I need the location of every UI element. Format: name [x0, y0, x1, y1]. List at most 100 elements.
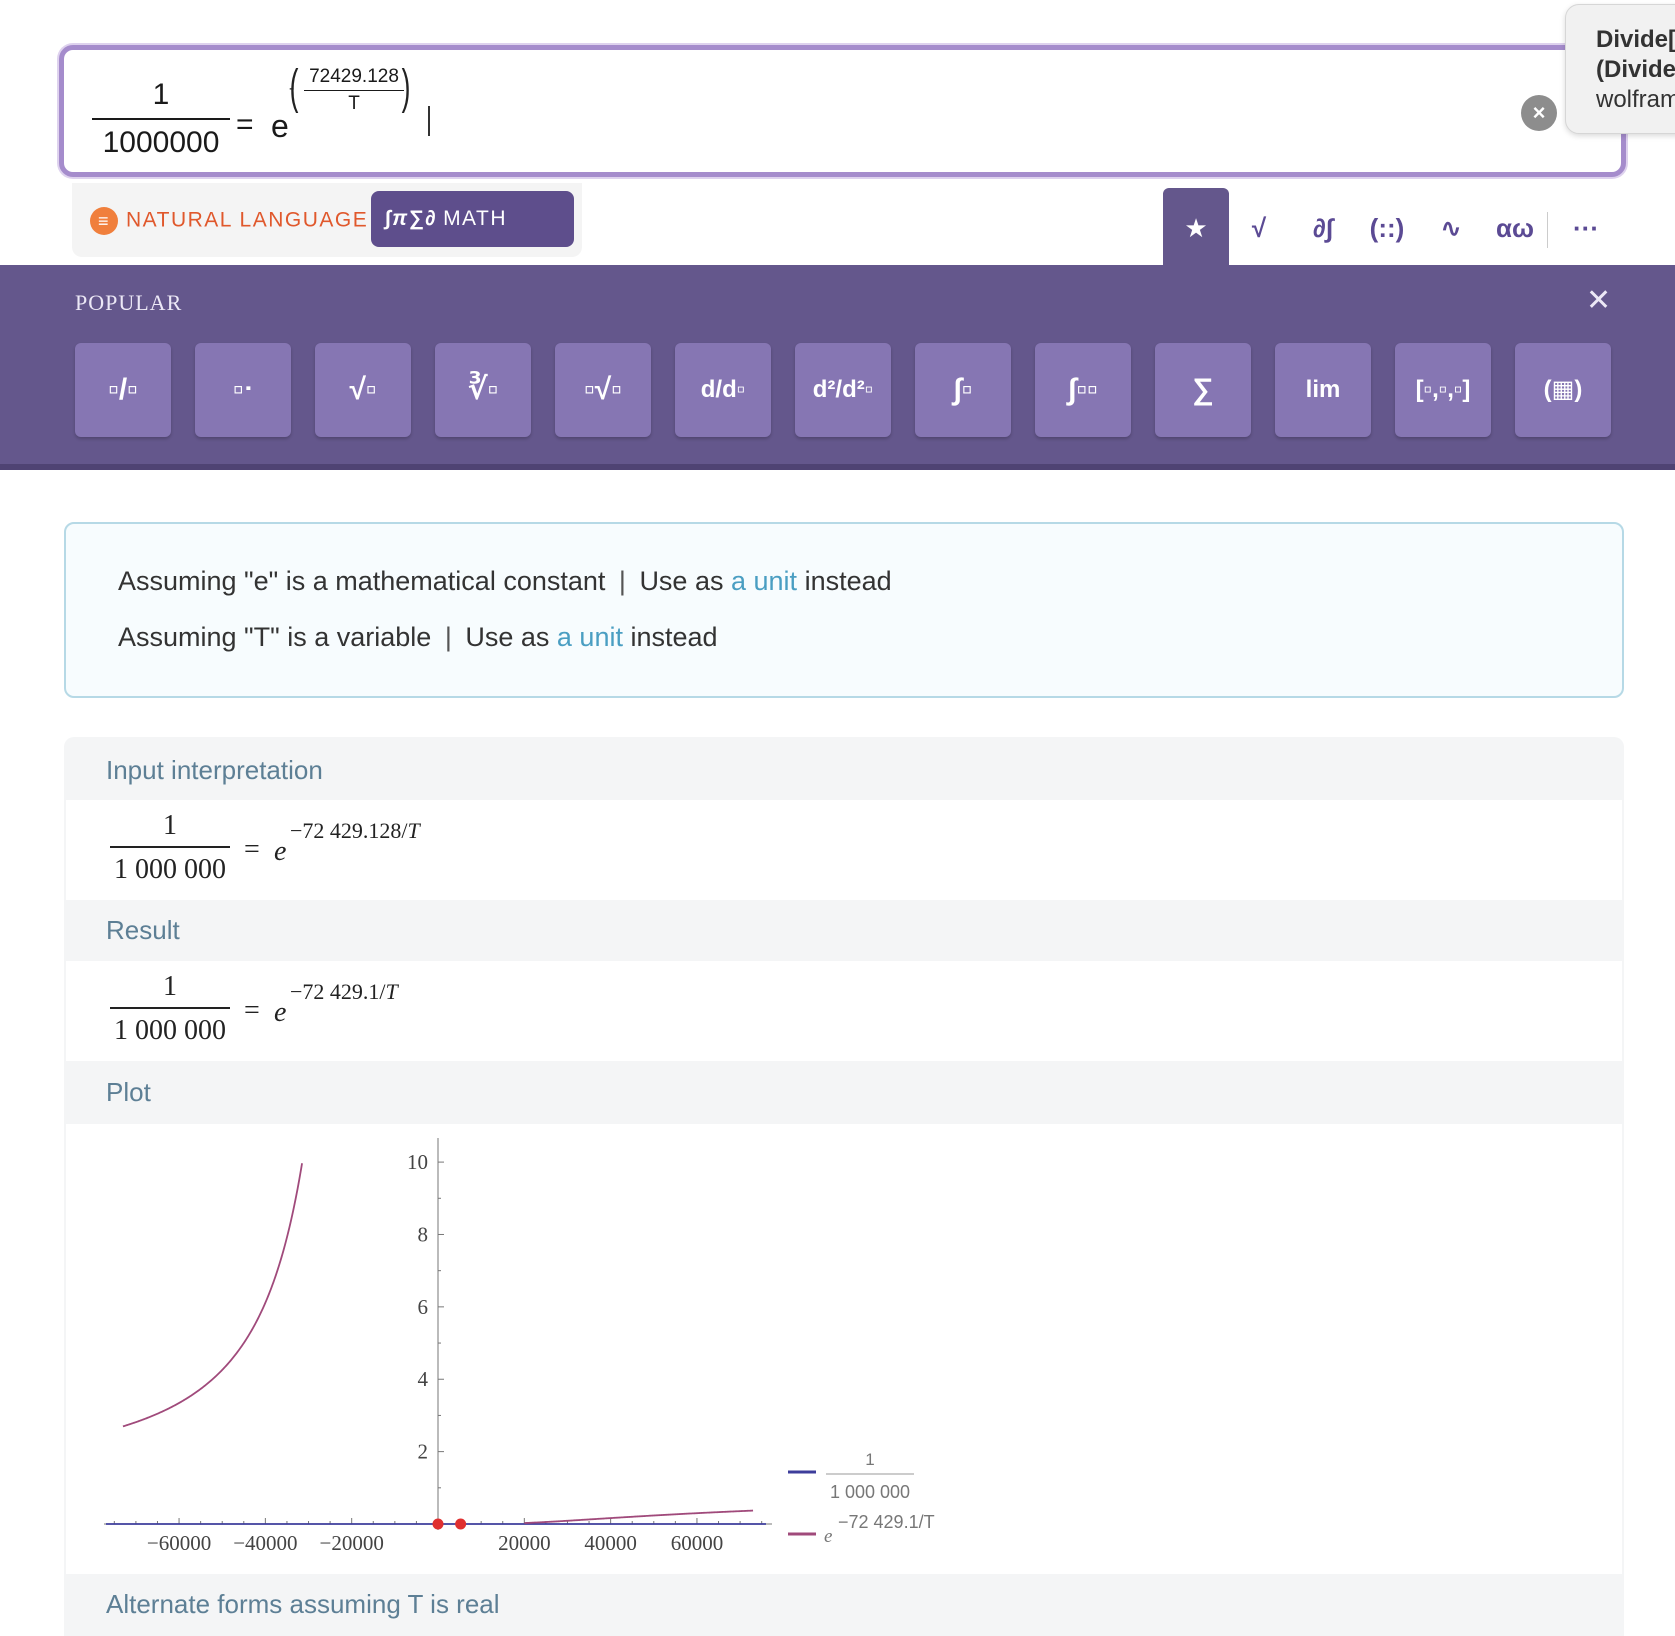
assumption-separator: |	[444, 622, 452, 652]
definite-integral-button[interactable]: ∫▫▫	[1035, 343, 1131, 437]
interp-numerator: 1	[163, 810, 177, 841]
tab-more-icon[interactable]: ···	[1553, 188, 1619, 268]
palette-close-icon[interactable]: ✕	[1586, 283, 1611, 318]
fraction-bar	[110, 1007, 230, 1009]
legend-label-denominator: 1 000 000	[830, 1482, 910, 1502]
input-equals: =	[236, 108, 254, 141]
x-tick-label: 20000	[498, 1531, 551, 1555]
pod-title-result: Result	[106, 915, 180, 945]
text-caret	[428, 106, 430, 136]
y-tick-label: 4	[418, 1367, 429, 1391]
assumptions-box: Assuming "e" is a mathematical constant …	[64, 522, 1624, 698]
nth-root-button[interactable]: ▫√▫	[555, 343, 651, 437]
x-tick-label: 40000	[584, 1531, 637, 1555]
pod-title-input-interpretation: Input interpretation	[106, 755, 323, 785]
input-numerator: 1	[152, 78, 170, 111]
left-paren: (	[289, 61, 299, 114]
close-icon: ×	[1532, 100, 1546, 125]
tooltip-line-1: Divide[	[1596, 26, 1675, 53]
result-equals: =	[244, 995, 260, 1026]
fraction-bar	[110, 846, 230, 848]
legend-label-base: e	[824, 1526, 832, 1547]
interp-exponent: −72 429.128/T	[290, 818, 420, 844]
power-button[interactable]: ▫ᐧ	[195, 343, 291, 437]
clear-input-button[interactable]: ×	[1521, 95, 1557, 131]
assumption-pre: Use as	[639, 566, 724, 596]
plot-pod[interactable]: −60000 −40000 −20000 20000 40000 60000 2 4 6 8 10 1…	[66, 1124, 1622, 1574]
use-as-unit-link[interactable]: a unit	[557, 622, 623, 652]
interp-exponent-value: −72 429.128/	[290, 818, 408, 843]
intersection-point	[432, 1518, 444, 1530]
interp-exponent-variable: T	[407, 818, 420, 843]
math-input-tab[interactable]: ∫π∑∂MATH INPUT	[371, 191, 574, 286]
fraction-bar	[92, 118, 230, 120]
list-button[interactable]: [▫,▫,▫]	[1395, 343, 1491, 437]
assumption-separator: |	[618, 566, 626, 596]
plot-chart: −60000 −40000 −20000 20000 40000 60000 2 4 6 8 10 1…	[104, 1138, 935, 1555]
tooltip-line-3: wolfram	[1596, 86, 1675, 113]
x-tick-label: −40000	[233, 1531, 297, 1555]
exponent-bar	[304, 90, 404, 91]
sqrt-button[interactable]: √▫	[315, 343, 411, 437]
result-base: e	[274, 997, 287, 1028]
cube-root-button[interactable]: ∛▫	[435, 343, 531, 437]
tab-greek-icon[interactable]: αω	[1482, 188, 1548, 268]
assumption-pre: Use as	[465, 622, 550, 652]
y-tick-label: 8	[418, 1222, 429, 1246]
input-base: e	[271, 108, 289, 144]
exponent-denominator: T	[348, 93, 360, 114]
results-panel: Input interpretation 1 1 000 000 = e −72…	[64, 737, 1624, 1636]
tab-matrices-icon[interactable]: (::)	[1354, 188, 1420, 268]
input-exponent: 72429.128 T	[304, 66, 404, 115]
intersection-point	[455, 1518, 467, 1530]
math-input-field[interactable]: 1 1000000 = e - ( 72429.128 T ) ×	[59, 45, 1626, 177]
result-numerator: 1	[163, 971, 177, 1002]
assumption-text: Assuming "e" is a mathematical constant	[118, 566, 606, 596]
legend-label-exponent: −72 429.1/T	[838, 1512, 935, 1532]
interp-denominator: 1 000 000	[114, 854, 226, 885]
assumption-t: Assuming "T" is a variable | Use as a un…	[118, 622, 718, 653]
assumption-text: Assuming "T" is a variable	[118, 622, 432, 652]
exponent-numerator: 72429.128	[309, 66, 399, 87]
sum-button[interactable]: ∑	[1155, 343, 1251, 437]
assumption-post: instead	[630, 622, 718, 652]
result-pod[interactable]: 1 1 000 000 = e −72 429.1/T	[66, 961, 1622, 1061]
result-exponent: −72 429.1/T	[290, 979, 398, 1005]
interp-base: e	[274, 836, 287, 867]
x-tick-label: −20000	[320, 1531, 384, 1555]
autocomplete-tooltip[interactable]: Divide[ (Divide wolfram	[1565, 4, 1675, 134]
fraction-button[interactable]: ▫/▫	[75, 343, 171, 437]
x-tick-label: −60000	[147, 1531, 211, 1555]
series-exponential-line	[122, 1163, 303, 1428]
tab-calculus-icon[interactable]: ∂∫	[1290, 188, 1356, 268]
result-exponent-variable: T	[385, 979, 398, 1004]
matrix-button[interactable]: (▦)	[1515, 343, 1611, 437]
derivative-button[interactable]: d/d▫	[675, 343, 771, 437]
tab-roots-icon[interactable]: √	[1226, 188, 1292, 268]
use-as-unit-link[interactable]: a unit	[731, 566, 797, 596]
natural-language-label: NATURAL LANGUAGE	[126, 208, 369, 232]
pod-title-plot: Plot	[106, 1077, 151, 1107]
assumption-post: instead	[804, 566, 892, 596]
limit-button[interactable]: lim	[1275, 343, 1371, 437]
palette-title: POPULAR	[75, 290, 183, 315]
y-tick-label: 6	[418, 1295, 429, 1319]
interp-equals: =	[244, 834, 260, 865]
integral-button[interactable]: ∫▫	[915, 343, 1011, 437]
pod-title-alternate-forms: Alternate forms assuming T is real	[106, 1589, 500, 1619]
natural-language-icon: ≡	[90, 207, 118, 235]
assumption-e: Assuming "e" is a mathematical constant …	[118, 566, 892, 597]
tab-popular-star-icon[interactable]: ★	[1163, 188, 1229, 268]
input-interpretation-pod[interactable]: 1 1 000 000 = e −72 429.128/T	[66, 800, 1622, 900]
result-fraction: 1 1 000 000	[110, 971, 230, 1047]
result-denominator: 1 000 000	[114, 1015, 226, 1046]
natural-language-tab[interactable]: ≡ NATURAL LANGUAGE	[90, 207, 368, 235]
right-paren: )	[401, 61, 411, 114]
popular-palette: POPULAR ✕ ▫/▫ ▫ᐧ √▫ ∛▫ ▫√▫ d/d▫ d²/d²▫ ∫…	[0, 265, 1675, 470]
second-derivative-button[interactable]: d²/d²▫	[795, 343, 891, 437]
tooltip-line-2: (Divide	[1596, 56, 1675, 83]
x-tick-label: 60000	[671, 1531, 724, 1555]
tab-functions-icon[interactable]: ∿	[1418, 188, 1484, 268]
y-tick-label: 10	[407, 1150, 428, 1174]
input-fraction: 1 1000000	[92, 78, 230, 160]
